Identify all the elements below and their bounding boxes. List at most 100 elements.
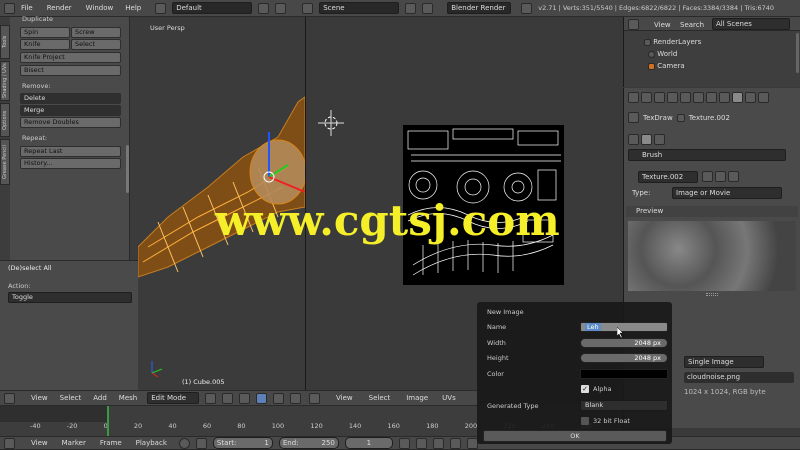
screen-layout-icon[interactable]: [155, 2, 167, 14]
manipulator-icon[interactable]: [239, 392, 251, 404]
uv-view-menu[interactable]: View: [336, 394, 353, 402]
timeline-frame-menu[interactable]: Frame: [100, 439, 122, 447]
outliner-item-camera[interactable]: Camera: [648, 62, 685, 70]
brush-texture-icon[interactable]: [641, 134, 652, 145]
timeline-marker-menu[interactable]: Marker: [62, 439, 86, 447]
menu-file[interactable]: File: [21, 4, 33, 12]
editor-type-icon[interactable]: [4, 2, 15, 14]
viewport-shading-icon[interactable]: [205, 392, 217, 404]
preview-range-icon[interactable]: [195, 437, 207, 449]
add-scene-button[interactable]: [405, 2, 417, 14]
uv-editor-type-icon[interactable]: [309, 392, 320, 404]
select-button[interactable]: Select: [71, 39, 121, 50]
unlink-texture-button[interactable]: [728, 171, 739, 182]
menu-help[interactable]: Help: [125, 4, 141, 12]
world-tab-icon[interactable]: [654, 92, 665, 103]
play-icon[interactable]: [449, 437, 461, 449]
texture-type-dropdown[interactable]: Image or Movie: [672, 187, 782, 199]
screw-button[interactable]: Screw: [71, 27, 121, 38]
knife-button[interactable]: Knife: [20, 39, 70, 50]
tab-grease-pencil[interactable]: Grease Pencil: [0, 139, 10, 185]
remove-scene-button[interactable]: [422, 2, 434, 14]
layout-selector[interactable]: Default: [172, 2, 253, 14]
operator-title[interactable]: (De)select All: [8, 264, 52, 272]
add-layout-button[interactable]: [258, 2, 270, 14]
outliner-editor-icon[interactable]: [628, 19, 639, 30]
jump-start-icon[interactable]: [398, 437, 410, 449]
render-tab-icon[interactable]: [628, 92, 639, 103]
tool-shelf-scrollbar[interactable]: [126, 145, 129, 193]
outliner-display-dropdown[interactable]: All Scenes: [712, 18, 790, 30]
height-field[interactable]: 2048 px: [580, 353, 668, 363]
tab-tools[interactable]: Tools: [0, 25, 10, 59]
uv-uvs-menu[interactable]: UVs: [442, 394, 456, 402]
prev-keyframe-icon[interactable]: [415, 437, 427, 449]
3d-select-menu[interactable]: Select: [60, 394, 82, 402]
new-texture-button[interactable]: [715, 171, 726, 182]
repeat-last-button[interactable]: Repeat Last: [20, 146, 121, 157]
physics-tab-icon[interactable]: [758, 92, 769, 103]
image-filepath[interactable]: cloudnoise.png: [684, 372, 794, 383]
pivot-point-icon[interactable]: [222, 392, 234, 404]
brush-selector[interactable]: Brush: [628, 149, 786, 161]
action-dropdown[interactable]: Toggle: [8, 292, 132, 303]
mode-selector[interactable]: Edit Mode: [147, 392, 200, 404]
image-source-dropdown[interactable]: Single Image: [684, 356, 764, 368]
timeline-playback-menu[interactable]: Playback: [136, 439, 167, 447]
texture-slot-field[interactable]: Texture.002: [638, 171, 698, 183]
scene-icon[interactable]: [302, 2, 314, 14]
bisect-button[interactable]: Bisect: [20, 65, 121, 76]
translate-manipulator-icon[interactable]: [256, 392, 268, 404]
scale-manipulator-icon[interactable]: [290, 392, 302, 404]
timeline-view-menu[interactable]: View: [31, 439, 48, 447]
outliner-scrollbar[interactable]: [796, 33, 799, 73]
remove-doubles-button[interactable]: Remove Doubles: [20, 117, 121, 128]
timeline-editor-type-icon[interactable]: [4, 437, 15, 449]
world-texture-icon[interactable]: [628, 134, 639, 145]
menu-render[interactable]: Render: [47, 4, 72, 12]
rotate-manipulator-icon[interactable]: [273, 392, 285, 404]
scene-tab-icon[interactable]: [641, 92, 652, 103]
tab-options[interactable]: Options: [0, 103, 10, 137]
3d-mesh-menu[interactable]: Mesh: [119, 394, 137, 402]
play-reverse-icon[interactable]: [432, 437, 444, 449]
outliner-view-menu[interactable]: View: [654, 21, 671, 29]
outliner-item-world[interactable]: World: [648, 50, 677, 58]
current-frame-line[interactable]: [107, 406, 109, 436]
constraints-tab-icon[interactable]: [680, 92, 691, 103]
pin-icon[interactable]: [628, 112, 639, 123]
menu-window[interactable]: Window: [86, 4, 114, 12]
tab-shading-uvs[interactable]: Shading / UVs: [0, 61, 10, 101]
3d-cursor-icon[interactable]: [318, 110, 344, 136]
generated-type-dropdown[interactable]: Blank: [580, 400, 668, 411]
modifiers-tab-icon[interactable]: [693, 92, 704, 103]
fake-user-button[interactable]: [702, 171, 713, 182]
color-swatch[interactable]: [580, 369, 668, 379]
uv-select-menu[interactable]: Select: [369, 394, 391, 402]
3d-add-menu[interactable]: Add: [93, 394, 107, 402]
texture-tab-icon[interactable]: [732, 92, 743, 103]
3d-editor-type-icon[interactable]: [4, 392, 15, 404]
object-tab-icon[interactable]: [667, 92, 678, 103]
particles-tab-icon[interactable]: [745, 92, 756, 103]
delete-menu[interactable]: Delete: [20, 93, 121, 104]
history-button[interactable]: History...: [20, 158, 121, 169]
width-field[interactable]: 2048 px: [580, 338, 668, 348]
material-tab-icon[interactable]: [719, 92, 730, 103]
outliner-search-menu[interactable]: Search: [680, 21, 704, 29]
outliner-item-renderlayers[interactable]: RenderLayers: [644, 38, 701, 46]
render-engine-selector[interactable]: Blender Render: [447, 2, 512, 14]
3d-view-menu[interactable]: View: [31, 394, 48, 402]
current-frame-field[interactable]: 1: [344, 437, 393, 449]
alpha-checkbox[interactable]: ✓: [581, 385, 589, 393]
remove-layout-button[interactable]: [275, 2, 287, 14]
record-icon[interactable]: [178, 437, 190, 449]
ok-button[interactable]: OK: [483, 430, 667, 442]
float-checkbox[interactable]: [581, 417, 589, 425]
end-frame-field[interactable]: End: 250: [278, 437, 339, 449]
uv-image-menu[interactable]: Image: [406, 394, 428, 402]
preview-resize-handle[interactable]: [706, 293, 718, 296]
preview-panel-header[interactable]: Preview: [626, 206, 798, 217]
scene-selector[interactable]: Scene: [319, 2, 400, 14]
linestyle-texture-icon[interactable]: [654, 134, 665, 145]
